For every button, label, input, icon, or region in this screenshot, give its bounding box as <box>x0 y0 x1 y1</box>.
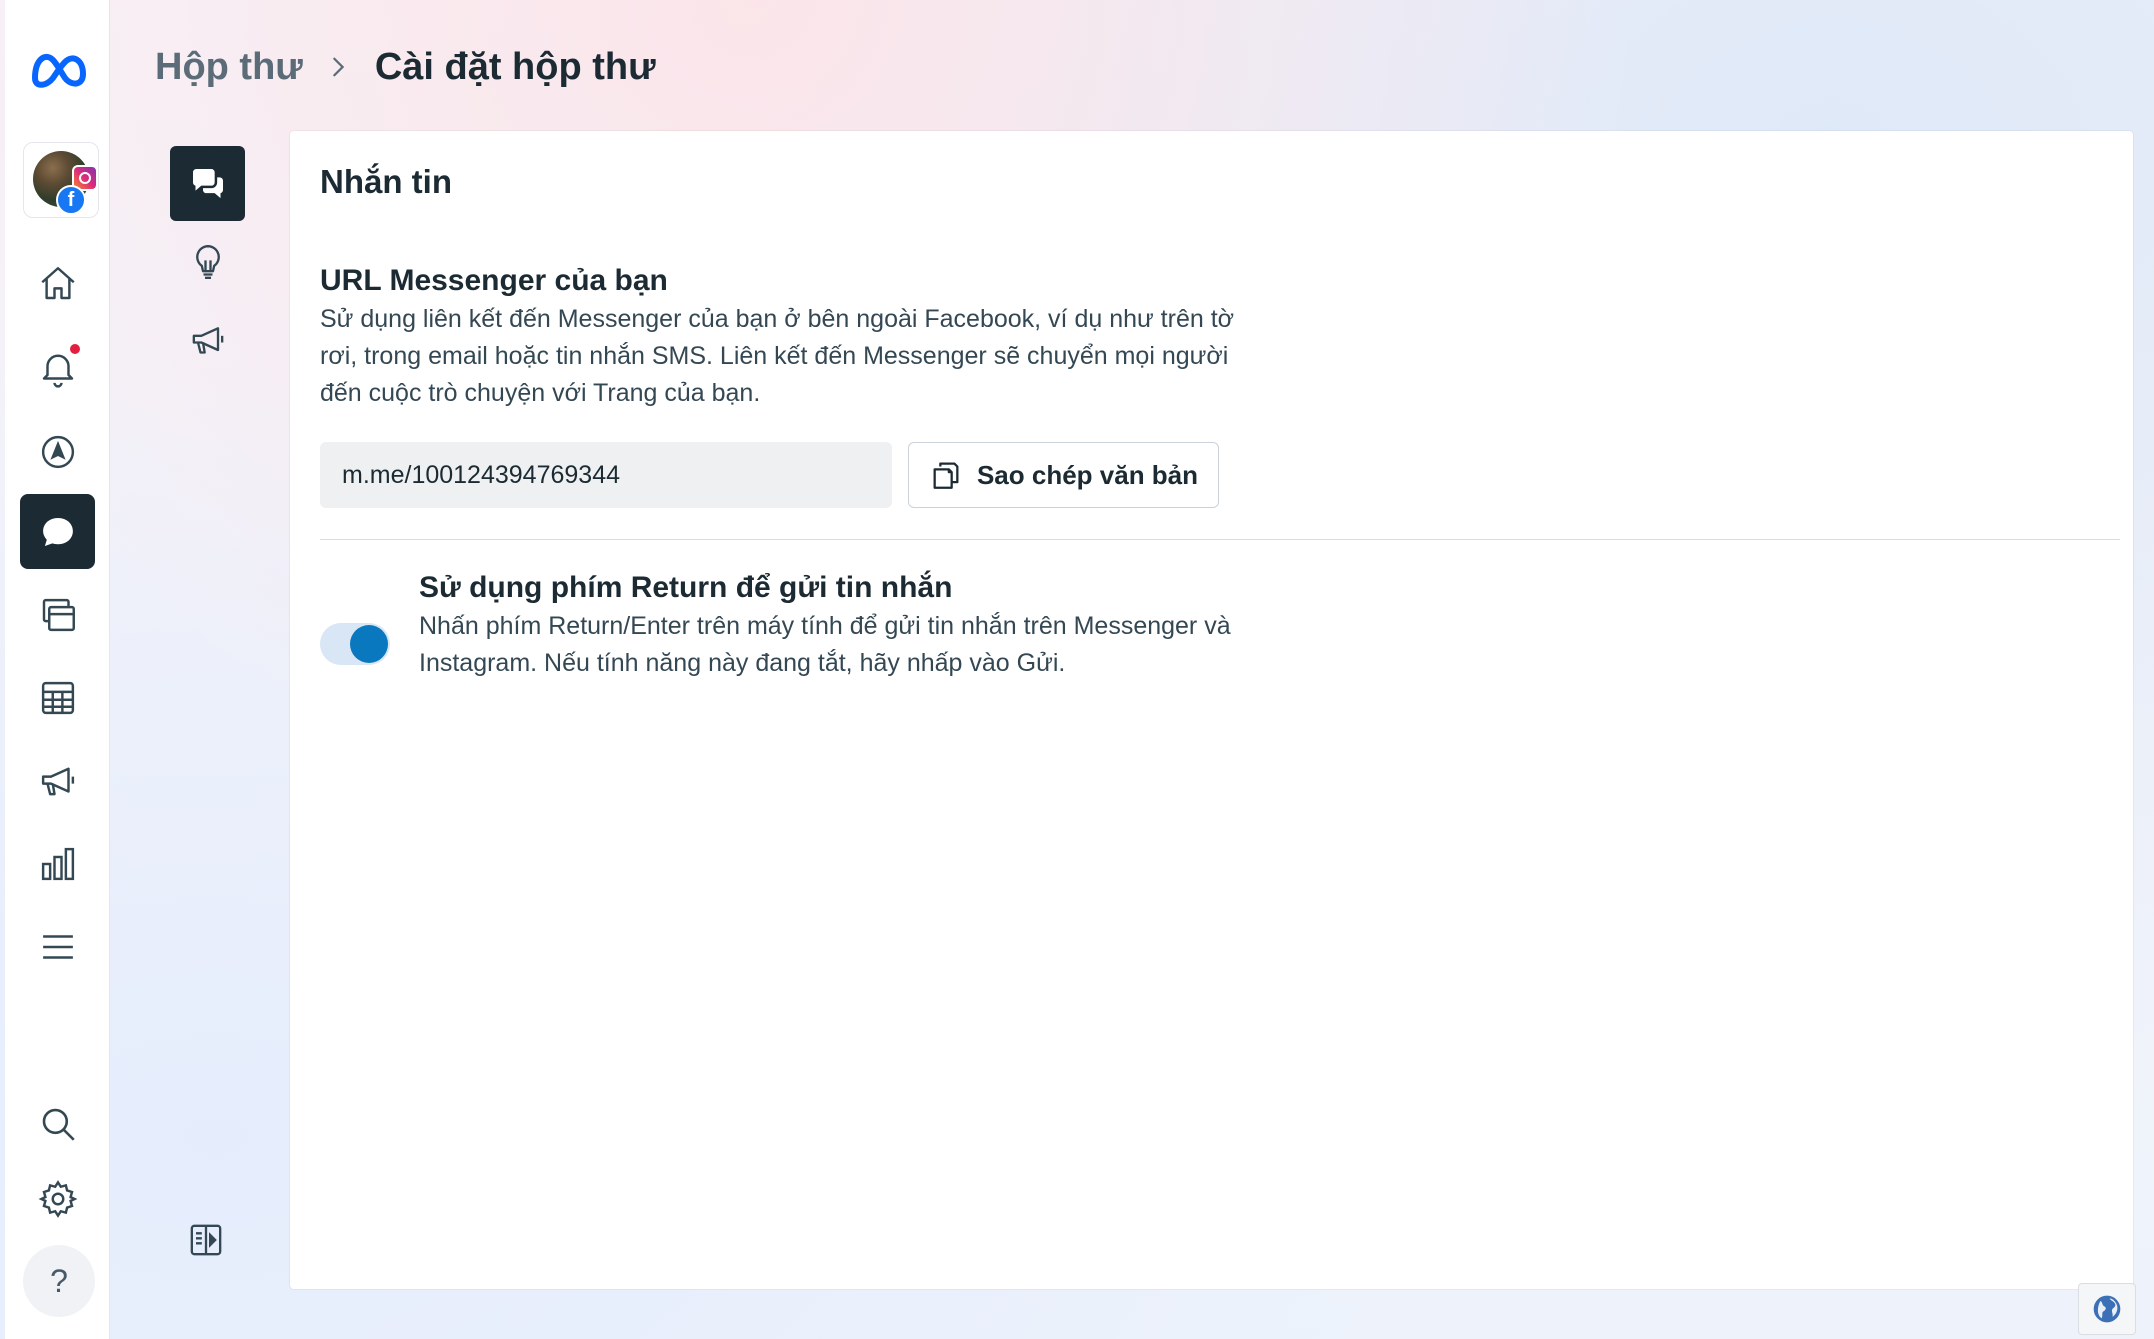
return-key-toggle[interactable] <box>320 623 390 665</box>
home-icon <box>40 266 75 299</box>
subnav-ads[interactable] <box>170 302 245 377</box>
compass-icon <box>41 435 74 468</box>
nav-search[interactable] <box>20 1086 95 1161</box>
nav-planner[interactable] <box>20 660 95 735</box>
card-title: Nhắn tin <box>320 163 452 200</box>
account-switcher[interactable]: f <box>23 142 99 218</box>
pages-icon <box>42 598 75 631</box>
nav-home[interactable] <box>20 246 95 321</box>
copy-icon <box>933 462 959 489</box>
return-key-description: Nhấn phím Return/Enter trên máy tính để … <box>419 612 1231 677</box>
notification-dot <box>70 344 80 354</box>
subnav-automations[interactable] <box>170 224 245 299</box>
help-button[interactable]: ? <box>23 1245 95 1317</box>
messenger-url-title: URL Messenger của bạn <box>320 264 668 297</box>
search-icon <box>42 1108 75 1141</box>
inbox-settings-page: f ? Hộp thư Cài đặt hộp thư Nhắn tin URL… <box>0 0 2154 1339</box>
breadcrumb-inbox-link[interactable]: Hộp thư <box>155 46 303 89</box>
lightbulb-icon <box>195 244 220 279</box>
nav-notifications[interactable] <box>20 330 95 405</box>
nav-content[interactable] <box>20 577 95 652</box>
chevron-right-icon <box>333 57 345 77</box>
nav-ads[interactable] <box>20 743 95 818</box>
language-button[interactable] <box>2078 1283 2136 1335</box>
table-icon <box>41 681 74 714</box>
messaging-settings-card: Nhắn tin URL Messenger của bạn Sử dụng l… <box>290 131 2133 1289</box>
chat-bubble-icon <box>42 517 73 546</box>
nav-explore[interactable] <box>20 414 95 489</box>
bar-chart-icon <box>41 847 74 880</box>
global-nav-rail: f ? <box>5 0 110 1339</box>
chat-bubbles-icon <box>192 168 223 198</box>
messenger-url-description: Sử dụng liên kết đến Messenger của bạn ở… <box>320 305 1235 407</box>
help-icon: ? <box>50 1262 68 1299</box>
meta-logo-icon[interactable] <box>27 46 91 92</box>
messenger-url-field[interactable] <box>320 442 892 508</box>
section-divider <box>320 539 2120 540</box>
megaphone-icon <box>192 326 223 354</box>
nav-inbox[interactable] <box>20 494 95 569</box>
globe-icon <box>2093 1295 2121 1323</box>
facebook-icon: f <box>56 185 86 215</box>
copy-button-label: Sao chép văn bản <box>976 459 1199 490</box>
nav-settings[interactable] <box>20 1161 95 1236</box>
page-title: Cài đặt hộp thư <box>374 45 656 88</box>
megaphone-icon <box>41 767 74 795</box>
breadcrumb: Hộp thư Cài đặt hộp thư <box>155 42 656 92</box>
copy-text-button[interactable]: Sao chép văn bản <box>908 442 1219 508</box>
nav-all-tools[interactable] <box>20 909 95 984</box>
collapse-sidebar-icon[interactable] <box>186 1220 226 1260</box>
nav-insights[interactable] <box>20 826 95 901</box>
toggle-knob <box>350 625 388 663</box>
gear-icon <box>38 1179 77 1218</box>
menu-icon <box>42 934 73 959</box>
return-key-title: Sử dụng phím Return để gửi tin nhắn <box>419 571 953 604</box>
subnav-messaging[interactable] <box>170 146 245 221</box>
